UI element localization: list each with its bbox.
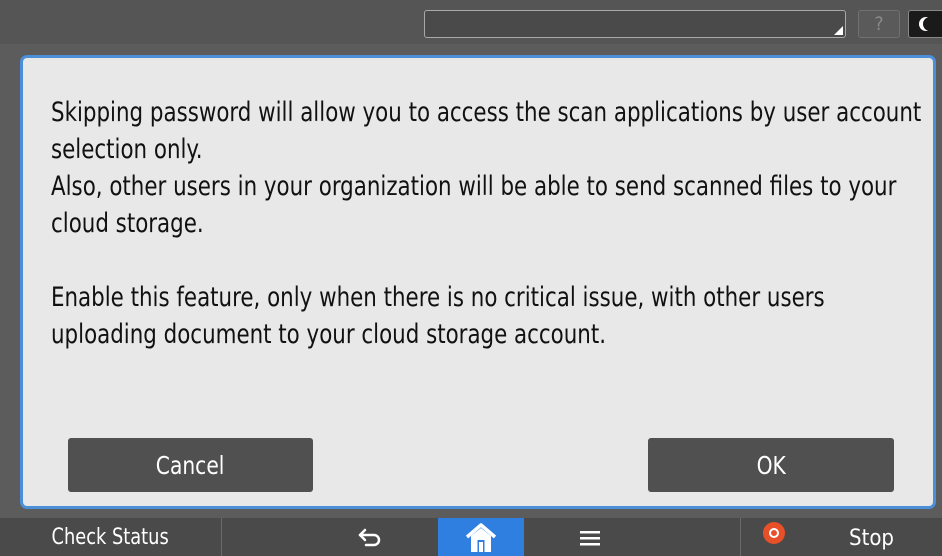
stop-label: Stop xyxy=(849,526,894,551)
check-status-button[interactable]: Check Status xyxy=(0,518,222,556)
back-button[interactable] xyxy=(330,518,410,556)
stop-button[interactable]: Stop xyxy=(740,518,942,556)
dialog-message: Skipping password will allow you to acce… xyxy=(51,94,931,353)
message-line-1: Skipping password will allow you to acce… xyxy=(51,97,922,165)
moon-icon xyxy=(923,17,937,31)
bottom-navigation-bar: Check Status Stop xyxy=(0,518,942,556)
confirmation-dialog: Skipping password will allow you to acce… xyxy=(20,55,936,509)
home-icon xyxy=(465,523,497,552)
check-status-label: Check Status xyxy=(51,524,170,550)
back-arrow-icon xyxy=(358,528,381,547)
ok-button[interactable]: OK xyxy=(648,438,894,492)
menu-icon xyxy=(580,531,600,546)
expand-corner-icon xyxy=(834,26,843,35)
home-button[interactable] xyxy=(438,518,524,556)
message-line-2: Also, other users in your organization w… xyxy=(51,171,897,239)
system-message-field[interactable] xyxy=(424,10,846,38)
ok-button-label: OK xyxy=(756,450,786,480)
cancel-button-label: Cancel xyxy=(156,450,225,480)
message-line-3: Enable this feature, only when there is … xyxy=(51,282,825,350)
menu-button[interactable] xyxy=(550,518,630,556)
help-button[interactable]: ? xyxy=(858,10,900,38)
cancel-button[interactable]: Cancel xyxy=(68,438,313,492)
stop-icon xyxy=(763,522,785,544)
top-status-bar: ? xyxy=(0,0,942,44)
energy-saver-button[interactable] xyxy=(908,10,942,38)
